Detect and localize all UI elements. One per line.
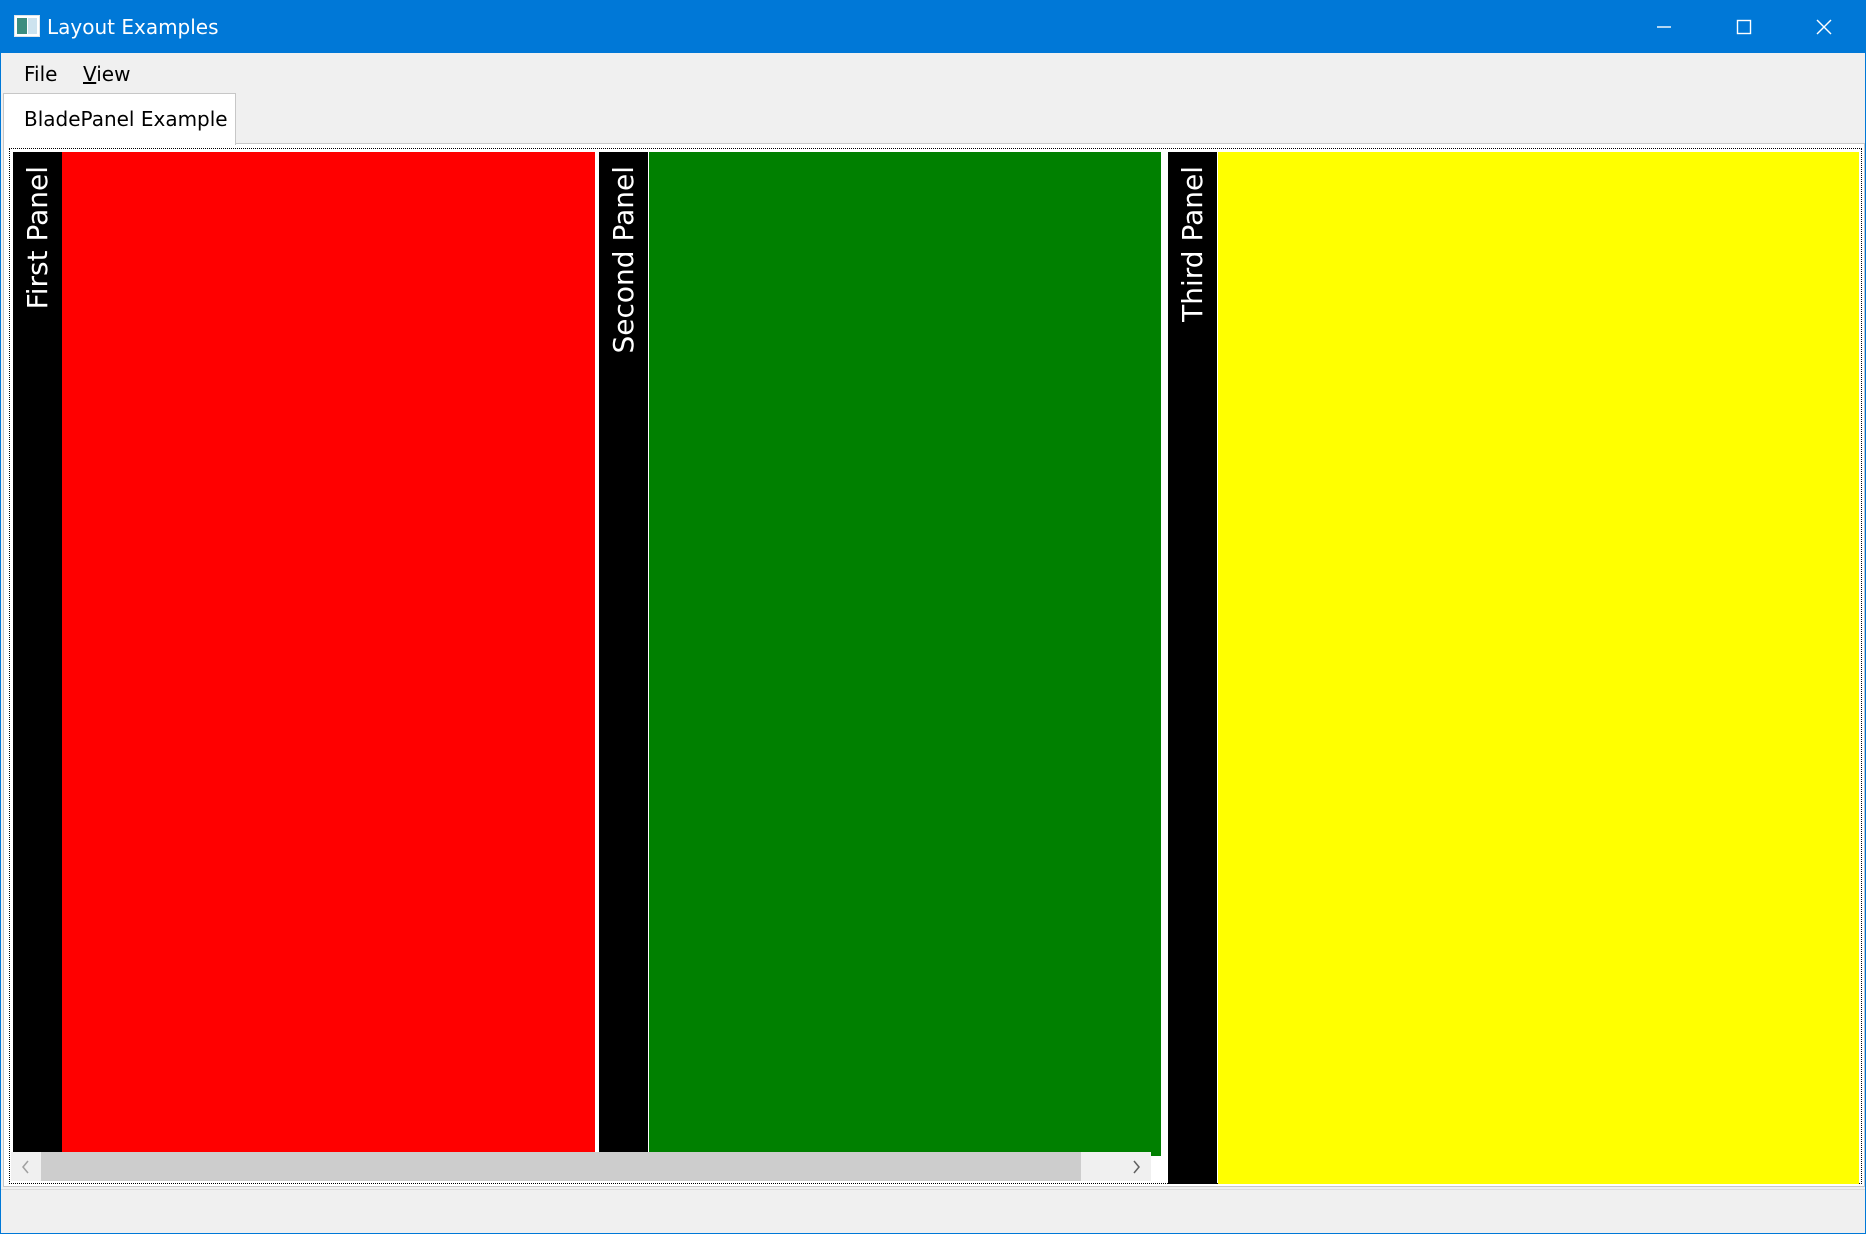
menu-view[interactable]: View [83, 61, 130, 87]
blade-body [649, 152, 1161, 1156]
window-title: Layout Examples [47, 15, 219, 39]
blade-second: Second Panel [599, 152, 1161, 1156]
blade-body [1218, 152, 1859, 1184]
minimize-icon [1657, 26, 1671, 28]
status-bar [1, 1189, 1865, 1233]
chevron-left-icon [22, 1160, 29, 1174]
close-icon [1816, 19, 1832, 35]
chevron-right-icon [1133, 1160, 1140, 1174]
blade-third: Third Panel [1168, 152, 1859, 1184]
blade-title: Third Panel [1176, 166, 1209, 322]
blade-title: First Panel [21, 166, 54, 310]
blade-header[interactable]: Third Panel [1168, 152, 1217, 1184]
app-window-icon [14, 15, 40, 37]
tab-label: BladePanel Example [24, 107, 228, 131]
menu-file[interactable]: File [24, 61, 57, 87]
scrollbar-thumb[interactable] [41, 1152, 1081, 1181]
minimize-button[interactable] [1624, 1, 1704, 53]
blade-title: Second Panel [607, 166, 640, 354]
blade-panel: First Panel Second Panel Third Panel [9, 148, 1862, 1184]
tab-bladepanel-example[interactable]: BladePanel Example [3, 93, 236, 145]
blade-header[interactable]: First Panel [13, 152, 62, 1156]
close-button[interactable] [1784, 1, 1864, 53]
blade-body [62, 152, 595, 1156]
maximize-icon [1736, 19, 1752, 35]
blade-first: First Panel [13, 152, 595, 1156]
app-window: Layout Examples File View BladePanel Exa… [0, 0, 1866, 1234]
tab-content: First Panel Second Panel Third Panel [3, 143, 1865, 1187]
scroll-left-button[interactable] [11, 1152, 41, 1181]
horizontal-scrollbar[interactable] [11, 1152, 1151, 1181]
scroll-right-button[interactable] [1121, 1152, 1151, 1181]
maximize-button[interactable] [1704, 1, 1784, 53]
title-bar[interactable]: Layout Examples [1, 1, 1865, 53]
blade-header[interactable]: Second Panel [599, 152, 648, 1156]
menu-bar: File View [1, 53, 1865, 93]
